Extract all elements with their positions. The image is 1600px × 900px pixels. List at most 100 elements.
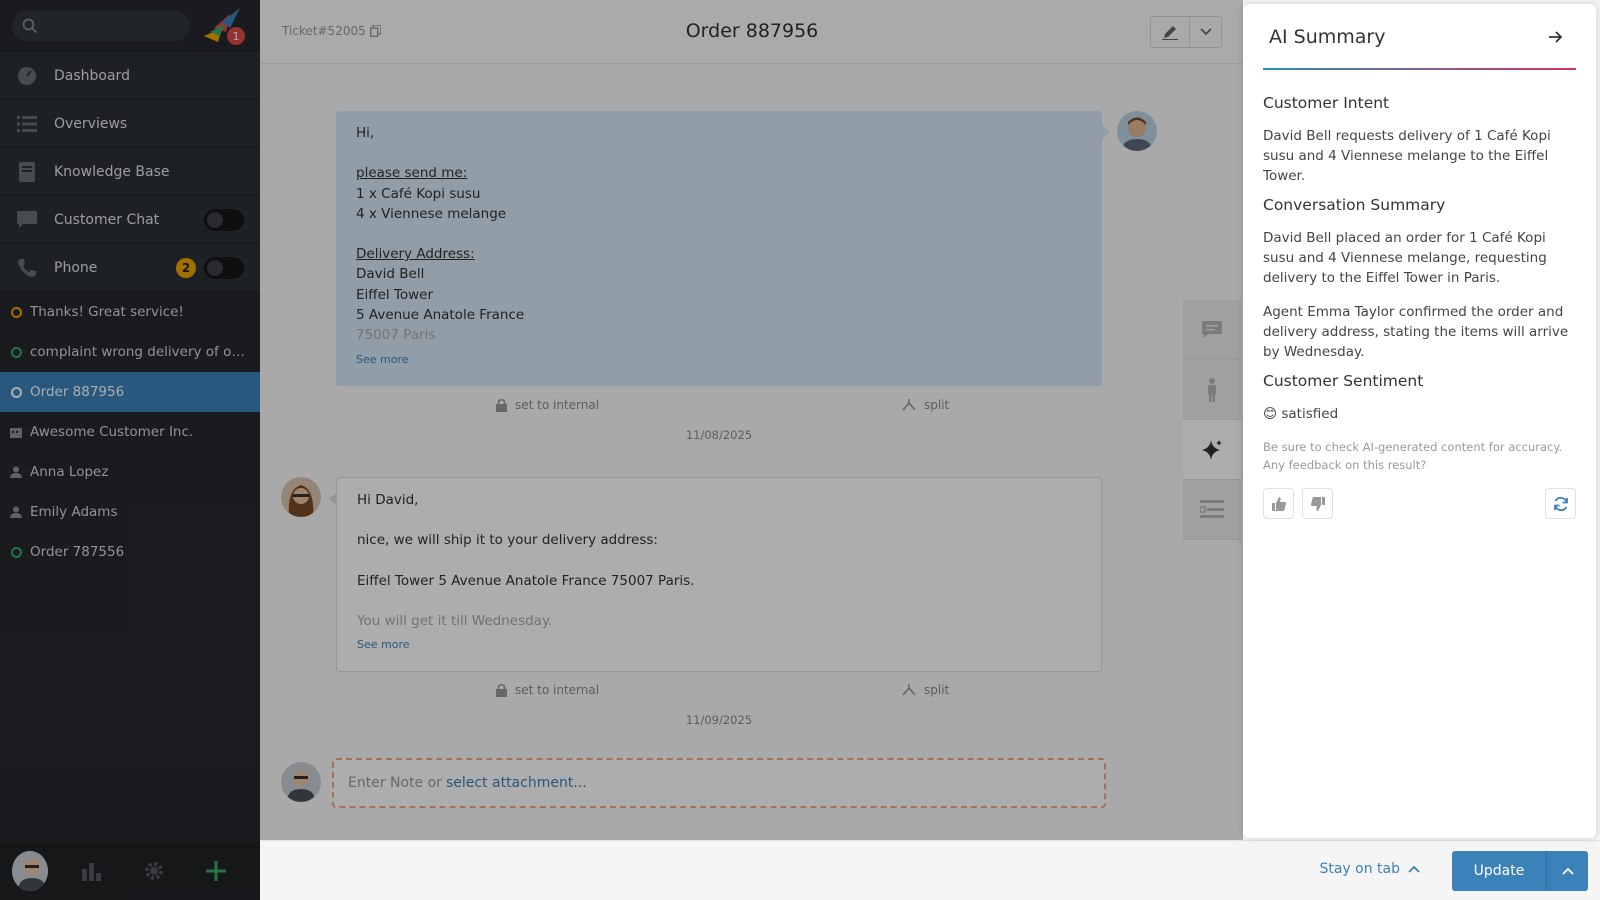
task-item[interactable]: Anna Lopez <box>0 452 260 492</box>
search-icon <box>22 18 38 34</box>
edit-button[interactable] <box>1151 17 1189 47</box>
tab-ai-summary[interactable] <box>1183 420 1241 480</box>
search-box[interactable] <box>12 11 190 41</box>
task-item[interactable]: complaint wrong delivery of order 787556 <box>0 332 260 372</box>
close-panel-button[interactable] <box>1544 25 1568 49</box>
task-label: complaint wrong delivery of order 787556 <box>30 344 245 360</box>
sentiment-value: 😊 satisfied <box>1263 404 1576 424</box>
refresh-icon <box>1553 496 1568 511</box>
article-line: Eiffel Tower 5 Avenue Anatole France 750… <box>357 572 695 589</box>
ticket-open-icon <box>10 346 22 358</box>
article-actions: set to internal split <box>336 683 1102 703</box>
split-button[interactable]: split <box>902 398 949 412</box>
disclaimer-line: Any feedback on this result? <box>1263 458 1427 472</box>
nav-customer-chat[interactable]: Customer Chat <box>0 196 260 244</box>
chat-icon <box>1202 320 1222 338</box>
agent-avatar[interactable] <box>281 477 321 517</box>
nav-label: Dashboard <box>54 67 130 84</box>
article-line: 1 x Café Kopi susu <box>356 185 481 202</box>
chat-toggle[interactable] <box>204 208 244 231</box>
nav-knowledge-base[interactable]: Knowledge Base <box>0 148 260 196</box>
thumbs-up-icon <box>1271 496 1286 511</box>
intent-text: David Bell requests delivery of 1 Café K… <box>1263 128 1551 184</box>
set-internal-button[interactable]: set to internal <box>496 398 599 412</box>
sentiment-label: satisfied <box>1281 406 1339 422</box>
user-avatar[interactable] <box>12 851 48 891</box>
nav-label: Knowledge Base <box>54 163 170 180</box>
intent-heading: Customer Intent <box>1263 94 1390 112</box>
sidebar-tabs <box>1183 300 1241 540</box>
person-icon <box>1208 377 1216 402</box>
article-line: Delivery Address: <box>356 246 475 263</box>
task-label: Order 887956 <box>30 384 125 400</box>
select-attachment-link[interactable]: select attachment... <box>446 775 587 791</box>
actions-dropdown-button[interactable] <box>1189 17 1221 47</box>
customer-avatar[interactable] <box>1117 111 1157 151</box>
note-placeholder: Enter Note or <box>348 775 442 791</box>
article-agent: Hi David, nice, we will ship it to your … <box>329 477 1102 672</box>
article-line: Hi David, <box>357 492 419 508</box>
task-item[interactable]: Thanks! Great service! <box>0 292 260 332</box>
update-options-button[interactable] <box>1546 851 1588 891</box>
split-label: split <box>924 398 950 412</box>
lock-icon <box>496 398 507 412</box>
regenerate-button[interactable] <box>1545 488 1576 519</box>
summary-text: David Bell placed an order for 1 Café Ko… <box>1263 230 1547 286</box>
stats-icon[interactable] <box>74 851 110 891</box>
sidebar-footer <box>0 842 260 900</box>
tab-conversation[interactable] <box>1183 300 1241 360</box>
ai-feedback <box>1263 488 1576 519</box>
update-button-group: Update <box>1452 851 1588 891</box>
add-icon[interactable] <box>198 851 234 891</box>
ticket-actions <box>1150 16 1222 48</box>
ticket-header: Ticket#52005 Order 887956 <box>260 0 1244 64</box>
list-icon <box>16 113 38 135</box>
set-internal-label: set to internal <box>515 398 600 412</box>
lock-icon <box>496 683 507 697</box>
search-input[interactable] <box>44 18 184 34</box>
ticket-title[interactable]: Order 887956 <box>260 20 1244 42</box>
tab-customer[interactable] <box>1183 360 1241 420</box>
see-more-link[interactable]: See more <box>356 350 409 370</box>
smile-icon: 😊 <box>1263 406 1278 422</box>
stay-on-tab-label: Stay on tab <box>1319 861 1400 877</box>
pencil-icon <box>1162 26 1178 40</box>
task-label: Awesome Customer Inc. <box>30 424 194 440</box>
nav-dashboard[interactable]: Dashboard <box>0 52 260 100</box>
arrow-right-icon <box>1549 31 1563 43</box>
phone-toggle[interactable] <box>204 256 244 279</box>
article-line: nice, we will ship it to your delivery a… <box>357 532 658 549</box>
stay-on-tab-dropdown[interactable]: Stay on tab <box>1319 861 1420 877</box>
ticket-open-icon <box>10 306 22 318</box>
task-item[interactable]: Emily Adams <box>0 492 260 532</box>
task-item-active[interactable]: Order 887956 <box>0 372 260 412</box>
dashboard-icon <box>16 65 38 87</box>
set-internal-button[interactable]: set to internal <box>496 683 599 697</box>
summary-text: Agent Emma Taylor confirmed the order an… <box>1263 304 1569 360</box>
thumbs-up-button[interactable] <box>1263 488 1294 519</box>
update-button[interactable]: Update <box>1452 851 1546 891</box>
task-item[interactable]: Awesome Customer Inc. <box>0 412 260 452</box>
thumbs-down-button[interactable] <box>1302 488 1333 519</box>
split-label: split <box>924 683 950 697</box>
note-input[interactable]: Enter Note or select attachment... <box>332 758 1106 808</box>
see-more-link[interactable]: See more <box>357 635 410 655</box>
search-row: 1 <box>0 0 260 52</box>
nav-phone[interactable]: Phone 2 <box>0 244 260 292</box>
disclaimer-line: Be sure to check AI-generated content fo… <box>1263 440 1563 454</box>
article-line: You will get it till Wednesday. <box>357 612 553 629</box>
task-label: Emily Adams <box>30 504 118 520</box>
article-line: 4 x Viennese melange <box>356 205 507 222</box>
summary-heading: Conversation Summary <box>1263 196 1446 214</box>
nav-overviews[interactable]: Overviews <box>0 100 260 148</box>
split-button[interactable]: split <box>902 683 949 697</box>
tab-checklist[interactable] <box>1183 480 1241 540</box>
notification-badge: 1 <box>227 27 245 45</box>
task-item[interactable]: Order 787556 <box>0 532 260 572</box>
book-icon <box>16 161 38 183</box>
gear-icon[interactable] <box>136 851 172 891</box>
current-user-avatar <box>281 762 321 802</box>
task-label: Thanks! Great service! <box>30 304 184 320</box>
nav-label: Overviews <box>54 115 128 132</box>
user-icon <box>10 466 22 478</box>
